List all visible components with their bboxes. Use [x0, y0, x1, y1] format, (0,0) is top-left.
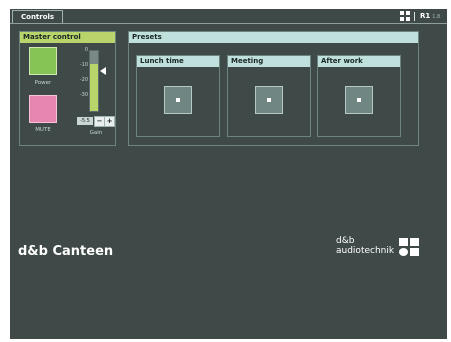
scale-tick-label: 0	[84, 47, 88, 53]
app-title: d&b Canteen	[18, 244, 114, 259]
room-sub-label: 1.8	[432, 14, 441, 20]
gain-fader-fill	[90, 64, 98, 111]
brand-line-1: d&b	[336, 236, 355, 246]
mute-label: MUTE	[35, 127, 51, 133]
gain-value: -5.5	[77, 117, 93, 125]
preset-lunch-time: Lunch time	[136, 55, 220, 137]
brand-mark-icon	[399, 238, 421, 256]
tab-controls[interactable]: Controls	[12, 10, 64, 23]
master-control-panel: Master control Power MUTE 0 -10 -20 -30 …	[19, 31, 116, 146]
room-indicator[interactable]: R1 1.8	[420, 11, 440, 22]
preset-title: Meeting	[228, 56, 310, 67]
gain-fader[interactable]	[89, 50, 99, 112]
brand-line-2: audiotechnik	[336, 246, 395, 256]
power-label: Power	[34, 80, 52, 86]
gain-increase-button[interactable]: +	[104, 116, 115, 127]
scale-tick-label: -20	[79, 77, 88, 83]
brand-logo: d&b audiotechnik	[336, 237, 426, 267]
scale-tick-label: -10	[79, 62, 88, 68]
preset-title: After work	[318, 56, 400, 67]
preset-after-work: After work	[317, 55, 401, 137]
preset-after-work-button[interactable]	[345, 86, 373, 114]
presets-title: Presets	[129, 32, 418, 43]
gain-fader-handle[interactable]	[100, 67, 106, 75]
divider	[414, 12, 415, 21]
preset-meeting: Meeting	[227, 55, 311, 137]
preset-title: Lunch time	[137, 56, 219, 67]
room-label: R1	[420, 12, 431, 20]
mute-button[interactable]	[29, 95, 57, 123]
master-control-title: Master control	[20, 32, 115, 43]
preset-meeting-button[interactable]	[255, 86, 283, 114]
preset-lunch-time-button[interactable]	[164, 86, 192, 114]
power-button[interactable]	[29, 47, 57, 75]
grid-icon[interactable]	[400, 11, 410, 21]
scale-tick-label: -30	[79, 92, 88, 98]
app-window: Controls R1 1.8 Master control Power MUTE…	[10, 9, 447, 339]
top-bar: Controls R1 1.8	[10, 9, 447, 24]
gain-label: Gain	[89, 130, 103, 136]
